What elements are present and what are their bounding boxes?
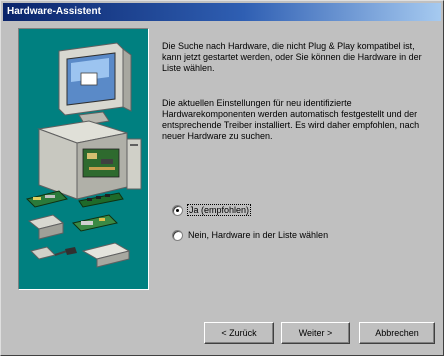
radio-label-no[interactable]: Nein, Hardware in der Liste wählen	[188, 230, 328, 240]
intro-text: Die Suche nach Hardware, die nicht Plug …	[162, 41, 422, 73]
network-card-icon	[72, 214, 118, 232]
wizard-illustration	[18, 28, 149, 290]
monitor-icon	[58, 42, 132, 126]
external-drive-icon	[126, 138, 142, 190]
drive-unit-icon	[27, 214, 65, 240]
next-button[interactable]: Weiter >	[281, 322, 350, 344]
info-text: Die aktuellen Einstellungen für neu iden…	[162, 98, 420, 141]
computer-hardware-image	[26, 42, 142, 268]
radio-button-yes[interactable]	[172, 205, 183, 216]
window-title: Hardware-Assistent	[7, 6, 101, 17]
computer-case-icon	[37, 120, 128, 200]
expansion-card-icon	[26, 190, 68, 208]
radio-label-yes[interactable]: Ja (empfohlen)	[186, 204, 252, 216]
radio-selected-dot	[176, 209, 179, 212]
cable-icon	[30, 246, 77, 260]
back-button[interactable]: < Zurück	[204, 322, 274, 344]
cancel-button[interactable]: Abbrechen	[359, 322, 435, 344]
hardware-wizard-window: Hardware-Assistent Die Suche nach Hardwa…	[0, 0, 444, 356]
modem-icon	[81, 242, 131, 268]
radio-button-no[interactable]	[172, 230, 183, 241]
title-bar[interactable]: Hardware-Assistent	[3, 3, 441, 21]
